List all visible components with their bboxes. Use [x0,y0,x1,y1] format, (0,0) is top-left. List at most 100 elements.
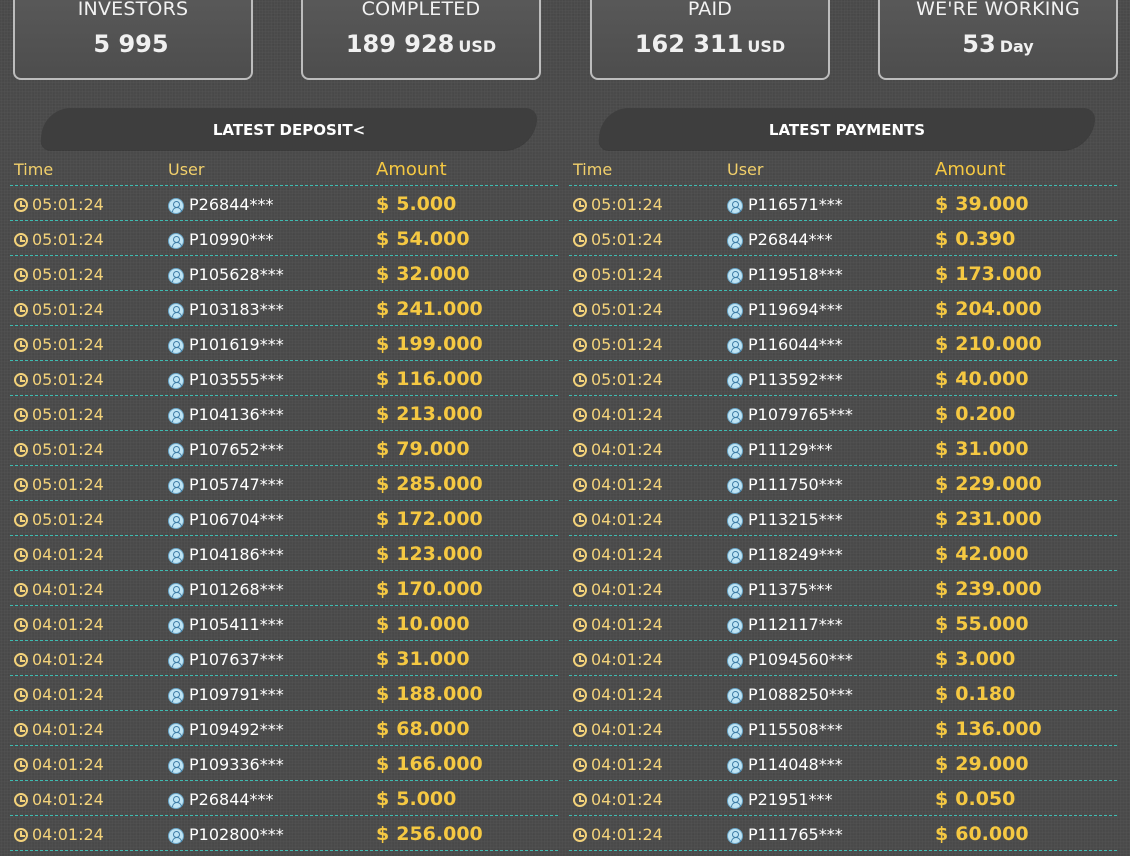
cell-user: P109492*** [168,719,284,739]
time-text: 05:01:24 [32,335,104,354]
deposit-title: LATEST DEPOSIT< [212,121,366,139]
table-row: 04:01:24 P107637*** $31.000 [10,641,558,676]
dollar-icon: $ [376,403,390,425]
clock-icon [573,757,587,772]
time-text: 04:01:24 [591,510,663,529]
dollar-icon: $ [376,263,390,285]
cell-amount: $241.000 [376,298,483,320]
cell-user: P11375*** [727,579,833,599]
cell-amount: $210.000 [935,333,1042,355]
user-icon [168,688,184,704]
cell-time: 05:01:24 [573,265,663,284]
user-icon [168,478,184,494]
amount-text: 136.000 [955,718,1042,740]
cell-time: 05:01:24 [573,335,663,354]
stat-number: 5 995 [93,30,169,58]
time-text: 04:01:24 [32,650,104,669]
time-text: 05:01:24 [591,335,663,354]
table-row: 04:01:24 P105411*** $10.000 [10,606,558,641]
clock-icon [14,757,28,772]
stat-unit: Day [999,37,1034,56]
cell-time: 04:01:24 [14,685,104,704]
table-row: 04:01:24 P109336*** $166.000 [10,746,558,781]
clock-icon [14,477,28,492]
cell-user: P111750*** [727,474,843,494]
amount-text: 32.000 [396,263,470,285]
amount-text: 5.000 [396,193,457,215]
cell-time: 04:01:24 [573,790,663,809]
cell-time: 05:01:24 [14,510,104,529]
table-row: 05:01:24 P119518*** $173.000 [569,256,1117,291]
stat-value: 5 995 [15,30,251,58]
table-row: 04:01:24 P118249*** $42.000 [569,536,1117,571]
cell-user: P119694*** [727,299,843,319]
amount-text: 29.000 [955,753,1029,775]
dollar-icon: $ [376,508,390,530]
time-text: 05:01:24 [32,475,104,494]
time-text: 05:01:24 [591,300,663,319]
clock-icon [14,722,28,737]
cell-time: 04:01:24 [14,825,104,844]
table-row: 05:01:24 P104136*** $213.000 [10,396,558,431]
user-icon [168,268,184,284]
time-text: 05:01:24 [591,265,663,284]
cell-amount: $0.050 [935,788,1015,810]
cell-amount: $204.000 [935,298,1042,320]
table-row: 05:01:24 P105628*** $32.000 [10,256,558,291]
cell-time: 04:01:24 [573,685,663,704]
clock-icon [14,407,28,422]
time-text: 04:01:24 [591,475,663,494]
cell-user: P26844*** [168,789,274,809]
cell-amount: $256.000 [376,823,483,845]
cell-amount: $0.390 [935,228,1015,250]
user-icon [168,303,184,319]
user-text: P104136*** [189,404,284,424]
cell-time: 05:01:24 [14,440,104,459]
amount-text: 229.000 [955,473,1042,495]
cell-user: P10990*** [168,229,274,249]
dollar-icon: $ [376,613,390,635]
user-icon [168,443,184,459]
amount-text: 55.000 [955,613,1029,635]
cell-time: 05:01:24 [14,195,104,214]
user-text: P109336*** [189,754,284,774]
table-row: 04:01:24 P101268*** $170.000 [10,571,558,606]
cell-time: 05:01:24 [14,300,104,319]
cell-time: 05:01:24 [14,475,104,494]
clock-icon [14,267,28,282]
clock-icon [573,547,587,562]
clock-icon [14,302,28,317]
cell-user: P116044*** [727,334,843,354]
user-text: P119694*** [748,299,843,319]
clock-icon [14,582,28,597]
stat-value: 53 Day [880,30,1116,58]
table-row: 04:01:24 P11375*** $239.000 [569,571,1117,606]
dollar-icon: $ [935,298,949,320]
user-text: P114048*** [748,754,843,774]
clock-icon [14,232,28,247]
stat-number: 162 311 [634,30,744,58]
clock-icon [14,337,28,352]
clock-icon [14,547,28,562]
table-row: 05:01:24 P103183*** $241.000 [10,291,558,326]
table-row: 04:01:24 P21951*** $0.050 [569,781,1117,816]
table-row: 04:01:24 P115508*** $136.000 [569,711,1117,746]
amount-text: 285.000 [396,473,483,495]
cell-amount: $0.180 [935,683,1015,705]
user-icon [727,338,743,354]
user-icon [168,373,184,389]
clock-icon [573,232,587,247]
stat-label: INVESTORS [77,0,189,20]
dollar-icon: $ [376,543,390,565]
table-body: 05:01:24 P26844*** $5.000 05:01:24 P10990***… [10,186,558,851]
amount-text: 231.000 [955,508,1042,530]
cell-user: P112117*** [727,614,843,634]
cell-amount: $3.000 [935,648,1015,670]
clock-icon [14,792,28,807]
user-text: P1079765*** [748,404,853,424]
cell-amount: $55.000 [935,613,1029,635]
amount-text: 123.000 [396,543,483,565]
user-icon [727,828,743,844]
amount-text: 241.000 [396,298,483,320]
clock-icon [573,267,587,282]
